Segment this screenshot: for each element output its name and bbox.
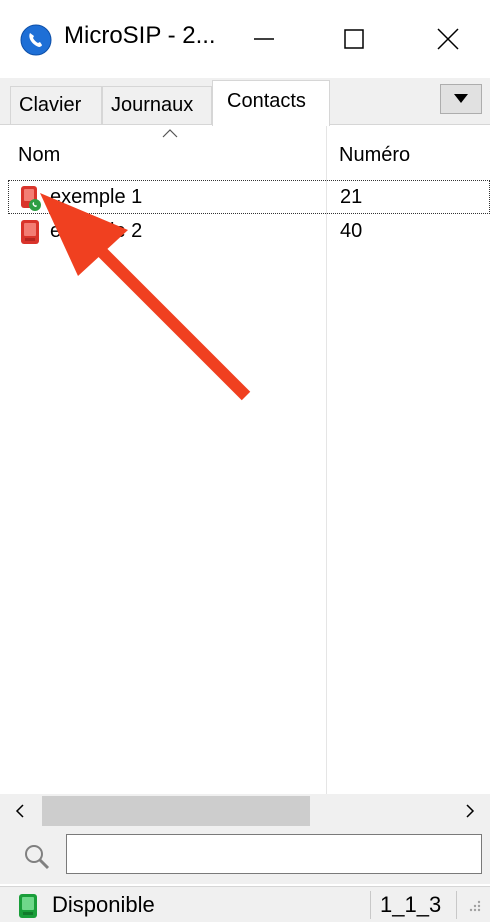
tab-clavier[interactable]: Clavier (10, 86, 102, 124)
scrollbar-thumb[interactable] (42, 796, 310, 826)
close-icon (437, 28, 459, 50)
contact-number: 21 (340, 186, 363, 208)
scroll-right-button[interactable] (450, 794, 490, 828)
horizontal-scrollbar[interactable] (0, 794, 490, 828)
column-header-label: Numéro (339, 144, 411, 166)
column-header-number[interactable]: Numéro (327, 124, 490, 180)
title-bar[interactable]: MicroSIP - 2... (0, 0, 490, 78)
chevron-right-icon (466, 804, 475, 818)
tab-journaux[interactable]: Journaux (102, 86, 212, 124)
maximize-button[interactable] (322, 8, 386, 70)
microsip-window: MicroSIP - 2... Clavier Journaux Contact… (0, 0, 490, 922)
contact-name: exemple 2 (50, 220, 143, 242)
search-input[interactable] (66, 834, 482, 874)
contact-number: 40 (340, 220, 363, 242)
tab-contacts[interactable]: Contacts (212, 80, 330, 126)
minimize-button[interactable] (232, 8, 296, 70)
column-header-label: Nom (18, 144, 61, 166)
contact-offline-icon (21, 220, 39, 244)
tab-menu-button[interactable] (440, 84, 482, 114)
dropdown-arrow-icon (454, 94, 468, 103)
contact-online-icon (21, 186, 41, 211)
resize-grip-icon[interactable] (466, 899, 482, 915)
search-icon (25, 845, 50, 870)
microsip-phone-icon (20, 24, 52, 56)
window-title: MicroSIP - 2... (64, 22, 216, 49)
scroll-left-button[interactable] (0, 794, 40, 828)
tab-label: Clavier (19, 94, 82, 116)
search-bar (0, 828, 490, 884)
tab-label: Contacts (227, 90, 306, 112)
column-header-name[interactable]: Nom (0, 124, 326, 180)
tab-label: Journaux (111, 94, 194, 116)
presence-status[interactable]: Disponible (52, 889, 155, 921)
contact-row[interactable]: exemple 1 21 (8, 180, 490, 214)
minimize-icon (254, 38, 274, 40)
contact-row[interactable]: exemple 2 40 (8, 214, 490, 248)
account-status-code: 1_1_3 (380, 892, 442, 917)
maximize-icon (344, 29, 364, 49)
close-button[interactable] (416, 8, 480, 70)
status-divider (456, 891, 457, 919)
contact-name: exemple 1 (50, 186, 143, 208)
status-bar: Disponible 1_1_3 (0, 886, 490, 922)
chevron-left-icon (15, 804, 24, 818)
status-divider (370, 891, 371, 919)
status-available-icon[interactable] (18, 893, 38, 919)
